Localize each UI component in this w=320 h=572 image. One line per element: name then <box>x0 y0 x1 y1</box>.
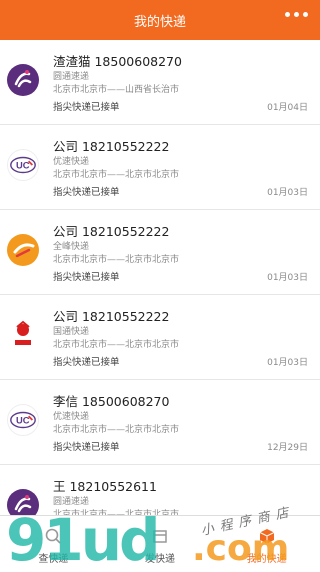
page-title: 我的快递 <box>133 14 186 30</box>
route: 北京市北京市——北京市北京市 <box>53 340 180 350</box>
order-status: 指尖快递已接单 <box>53 187 120 198</box>
order-date: 01月03日 <box>267 273 308 283</box>
svg-text:UC: UC <box>16 415 30 425</box>
order-status: 指尖快递已接单 <box>53 442 120 453</box>
quanfeng-logo-icon <box>7 234 39 266</box>
tab-send-express[interactable]: 发快递 <box>107 516 214 571</box>
recipient-name: 王 18210552611 <box>53 479 157 494</box>
order-status: 指尖快递已接单 <box>53 272 120 283</box>
send-icon <box>150 526 170 546</box>
order-status: 指尖快递已接单 <box>53 357 120 368</box>
route: 北京市北京市——北京市北京市 <box>53 425 180 435</box>
shipment-item[interactable]: 渣渣猫 18500608270 圆通速递 北京市北京市——山西省长治市 指尖快递… <box>0 40 320 125</box>
svg-text:UC: UC <box>16 160 30 170</box>
courier-company: 优速快递 <box>53 157 90 167</box>
recipient-name: 公司 18210552222 <box>53 139 170 154</box>
route: 北京市北京市——北京市北京市 <box>53 510 180 515</box>
tab-search-express[interactable]: 查快递 <box>0 516 107 571</box>
uc-express-logo-icon: UC <box>7 149 39 181</box>
shipment-item[interactable]: 王 18210552611 圆通速递 北京市北京市——北京市北京市 <box>0 465 320 515</box>
order-date: 01月04日 <box>267 103 308 113</box>
search-icon <box>43 526 63 546</box>
shipment-list: 渣渣猫 18500608270 圆通速递 北京市北京市——山西省长治市 指尖快递… <box>0 40 320 515</box>
tab-label: 我的快递 <box>246 554 287 565</box>
recipient-name: 渣渣猫 18500608270 <box>53 54 182 69</box>
tab-label: 发快递 <box>145 554 175 565</box>
route: 北京市北京市——北京市北京市 <box>53 170 180 180</box>
order-status: 指尖快递已接单 <box>53 102 120 113</box>
shipment-item[interactable]: UC 公司 18210552222 优速快递 北京市北京市——北京市北京市 指尖… <box>0 125 320 210</box>
recipient-name: 公司 18210552222 <box>53 309 170 324</box>
tab-label: 查快递 <box>38 554 69 565</box>
more-menu-icon[interactable] <box>285 12 308 17</box>
shipment-item[interactable]: 公司 18210552222 全峰快递 北京市北京市——北京市北京市 指尖快递已… <box>0 210 320 295</box>
courier-company: 圆通速递 <box>53 72 90 82</box>
bottom-tab-bar: 查快递 发快递 我的快递 <box>0 515 320 571</box>
yuantong-logo-icon <box>7 64 39 96</box>
tab-my-express[interactable]: 我的快递 <box>213 516 320 571</box>
yuantong-logo-icon <box>7 489 39 515</box>
route: 北京市北京市——山西省长治市 <box>53 85 180 95</box>
recipient-name: 公司 18210552222 <box>53 224 170 239</box>
order-date: 01月03日 <box>267 358 308 368</box>
recipient-name: 李信 18500608270 <box>53 394 170 409</box>
package-icon <box>257 526 277 546</box>
header-bar: 我的快递 <box>0 0 320 40</box>
courier-company: 全峰快递 <box>53 242 90 252</box>
shipment-item[interactable]: 公司 18210552222 国通快递 北京市北京市——北京市北京市 指尖快递已… <box>0 295 320 380</box>
courier-company: 圆通速递 <box>53 497 90 507</box>
courier-company: 国通快递 <box>53 327 90 337</box>
order-date: 12月29日 <box>267 443 308 453</box>
guotong-logo-icon <box>7 319 39 351</box>
shipment-item[interactable]: UC 李信 18500608270 优速快递 北京市北京市——北京市北京市 指尖… <box>0 380 320 465</box>
courier-company: 优速快递 <box>53 412 90 422</box>
order-date: 01月03日 <box>267 188 308 198</box>
uc-express-logo-icon: UC <box>7 404 39 436</box>
route: 北京市北京市——北京市北京市 <box>53 255 180 265</box>
